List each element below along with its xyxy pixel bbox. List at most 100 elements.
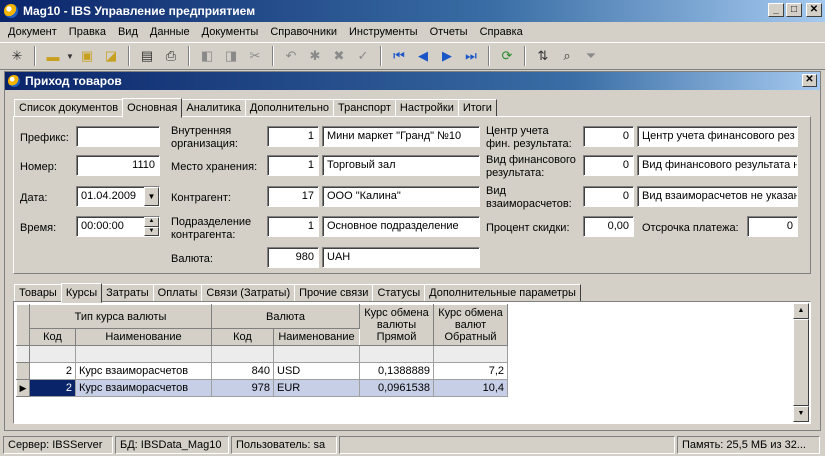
- close-button[interactable]: ✕: [806, 3, 822, 17]
- storage-name-field[interactable]: Торговый зал: [322, 155, 480, 176]
- cell-reverse-rate[interactable]: 10,4: [433, 379, 508, 397]
- fin-result-type-name-field[interactable]: Вид финансового результата н: [637, 155, 798, 176]
- preview-icon[interactable]: ▤: [136, 45, 158, 67]
- column-header-type-name[interactable]: Наименование: [75, 328, 212, 346]
- tab-payments[interactable]: Оплаты: [152, 284, 203, 302]
- tab-analytics[interactable]: Аналитика: [181, 99, 246, 117]
- cell-direct-rate[interactable]: 0,0961538: [359, 379, 434, 397]
- menu-reports[interactable]: Отчеты: [424, 23, 474, 41]
- tab-document-list[interactable]: Список документов: [14, 99, 124, 117]
- menu-view[interactable]: Вид: [112, 23, 144, 41]
- menu-documents[interactable]: Документы: [196, 23, 265, 41]
- contractor-code-field[interactable]: 17: [267, 186, 319, 207]
- first-record-icon[interactable]: ⏮: [388, 45, 410, 67]
- time-field[interactable]: 00:00:00 ▲ ▼: [76, 216, 160, 237]
- spin-up-icon[interactable]: ▲: [144, 217, 159, 227]
- acc-center-code-field[interactable]: 0: [583, 126, 634, 147]
- date-dropdown-icon[interactable]: ▼: [144, 187, 159, 206]
- tab-additional[interactable]: Дополнительно: [244, 99, 335, 117]
- undo-icon[interactable]: ↶: [280, 45, 302, 67]
- cell-type-name[interactable]: Курс взаиморасчетов: [75, 379, 212, 397]
- menu-help[interactable]: Справка: [474, 23, 529, 41]
- save-icon[interactable]: ▣: [76, 45, 98, 67]
- cut-icon[interactable]: ✂: [244, 45, 266, 67]
- filter-cell[interactable]: [29, 345, 76, 363]
- discount-field[interactable]: 0,00: [583, 216, 634, 237]
- filter-cell[interactable]: [211, 345, 274, 363]
- tab-extra-params[interactable]: Дополнительные параметры: [424, 284, 581, 302]
- settlement-type-code-field[interactable]: 0: [583, 186, 634, 207]
- contractor-name-field[interactable]: ООО "Калина": [322, 186, 480, 207]
- open-dropdown-icon[interactable]: ▼: [66, 52, 74, 61]
- insert-row-icon[interactable]: ✱: [304, 45, 326, 67]
- apply-icon[interactable]: ✓: [352, 45, 374, 67]
- new-document-icon[interactable]: ✳: [6, 45, 28, 67]
- column-header-type-code[interactable]: Код: [29, 328, 76, 346]
- column-header-currency-name[interactable]: Наименование: [273, 328, 360, 346]
- storage-code-field[interactable]: 1: [267, 155, 319, 176]
- delete-row-icon[interactable]: ✖: [328, 45, 350, 67]
- currency-code-field[interactable]: 980: [267, 247, 319, 268]
- next-record-icon[interactable]: ▶: [436, 45, 458, 67]
- tab-links-costs[interactable]: Связи (Затраты): [201, 284, 296, 302]
- cell-currency-code[interactable]: 978: [211, 379, 274, 397]
- find-icon[interactable]: ⌕: [556, 45, 578, 67]
- open-folder-icon[interactable]: ▬: [42, 45, 64, 67]
- subdivision-code-field[interactable]: 1: [267, 216, 319, 237]
- sort-icon[interactable]: ⇅: [532, 45, 554, 67]
- print-icon[interactable]: ⎙: [160, 45, 182, 67]
- filter-cell[interactable]: [273, 345, 360, 363]
- internal-org-name-field[interactable]: Мини маркет "Гранд" №10: [322, 126, 480, 147]
- scroll-thumb[interactable]: [793, 319, 809, 406]
- cell-type-name[interactable]: Курс взаиморасчетов: [75, 362, 212, 380]
- acc-center-name-field[interactable]: Центр учета финансового рез: [637, 126, 798, 147]
- column-header-currency-code[interactable]: Код: [211, 328, 274, 346]
- date-field[interactable]: 01.04.2009 ▼: [76, 186, 160, 207]
- spin-down-icon[interactable]: ▼: [144, 226, 159, 236]
- filter-row[interactable]: [16, 345, 508, 363]
- tab-main[interactable]: Основная: [122, 98, 183, 118]
- last-record-icon[interactable]: ⏭: [460, 45, 482, 67]
- refresh-icon[interactable]: ⟳: [496, 45, 518, 67]
- time-spinner[interactable]: ▲ ▼: [144, 217, 159, 236]
- filter-cell[interactable]: [433, 345, 508, 363]
- tab-goods[interactable]: Товары: [14, 284, 62, 302]
- minimize-button[interactable]: _: [768, 3, 784, 17]
- tab-settings[interactable]: Настройки: [394, 99, 459, 117]
- filter-cell[interactable]: [359, 345, 434, 363]
- cell-currency-name[interactable]: USD: [273, 362, 360, 380]
- paste-icon[interactable]: ◨: [220, 45, 242, 67]
- cell-type-code[interactable]: 2: [29, 362, 76, 380]
- table-row[interactable]: 2 Курс взаиморасчетов 840 USD 0,1388889 …: [16, 362, 508, 380]
- cell-currency-name[interactable]: EUR: [273, 379, 360, 397]
- copy-icon[interactable]: ◧: [196, 45, 218, 67]
- cell-currency-code[interactable]: 840: [211, 362, 274, 380]
- table-row-selected[interactable]: ▶ 2 Курс взаиморасчетов 978 EUR 0,096153…: [16, 379, 508, 397]
- cell-type-code[interactable]: 2: [29, 379, 76, 397]
- settlement-type-name-field[interactable]: Вид взаиморасчетов не указан: [637, 186, 798, 207]
- column-header-direct-rate[interactable]: Курс обмена валюты Прямой: [359, 304, 434, 346]
- tab-statuses[interactable]: Статусы: [372, 284, 426, 302]
- child-close-button[interactable]: ✕: [802, 74, 817, 87]
- menu-references[interactable]: Справочники: [264, 23, 343, 41]
- cell-reverse-rate[interactable]: 7,2: [433, 362, 508, 380]
- subdivision-name-field[interactable]: Основное подразделение: [322, 216, 480, 237]
- menu-edit[interactable]: Правка: [63, 23, 112, 41]
- scroll-down-icon[interactable]: ▼: [793, 406, 809, 422]
- tab-transport[interactable]: Транспорт: [333, 99, 396, 117]
- internal-org-code-field[interactable]: 1: [267, 126, 319, 147]
- tab-other-links[interactable]: Прочие связи: [294, 284, 374, 302]
- filter-icon[interactable]: ⏷: [580, 45, 602, 67]
- filter-cell[interactable]: [75, 345, 212, 363]
- tab-rates[interactable]: Курсы: [60, 283, 103, 303]
- previous-record-icon[interactable]: ◀: [412, 45, 434, 67]
- maximize-button[interactable]: □: [786, 3, 802, 17]
- fin-result-type-code-field[interactable]: 0: [583, 155, 634, 176]
- currency-name-field[interactable]: UAH: [322, 247, 480, 268]
- copy-document-icon[interactable]: ◪: [100, 45, 122, 67]
- grid-vertical-scrollbar[interactable]: ▲ ▼: [793, 303, 809, 422]
- prefix-field[interactable]: [76, 126, 160, 147]
- menu-tools[interactable]: Инструменты: [343, 23, 424, 41]
- menu-data[interactable]: Данные: [144, 23, 196, 41]
- tab-totals[interactable]: Итоги: [457, 99, 497, 117]
